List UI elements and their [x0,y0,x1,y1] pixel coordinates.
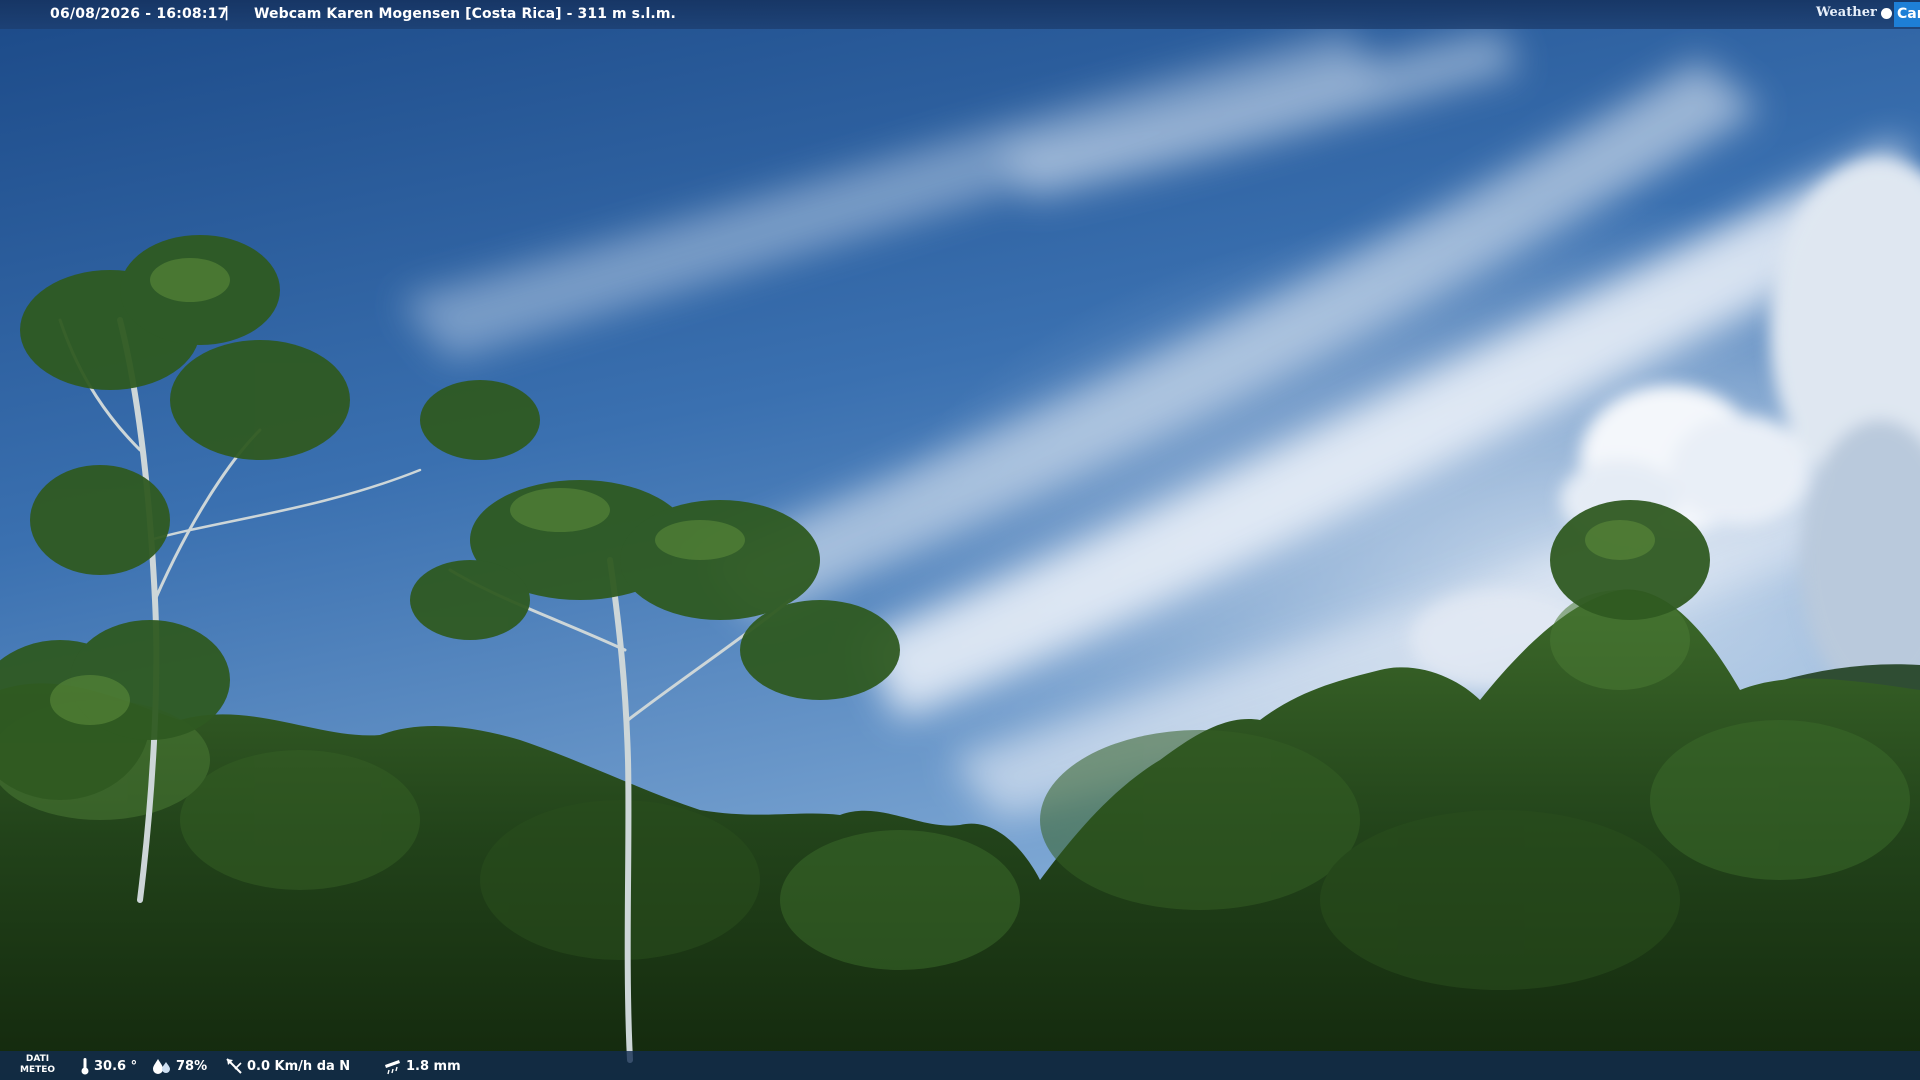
rain-gauge-icon [385,1060,400,1075]
rain-readout: 1.8 mm [384,1057,461,1075]
brand-word: Weather [1816,5,1877,20]
weather-data-label-line1: DATI [25,1054,50,1064]
weather-data-bar: DATI METEO 30.6 ° 78% 0.0 Km/h da N 1.8 … [0,1051,1920,1080]
webcam-header-bar: 06/08/2026 - 16:08:17 | Webcam Karen Mog… [0,0,1920,29]
brand-dot-icon [1881,8,1892,19]
weather-data-label-line2: METEO [20,1065,56,1075]
wind-vane-icon [226,1058,242,1074]
humidity-value: 78% [176,1058,208,1074]
webcam-scene [0,0,1920,1080]
drops-icon [153,1059,170,1074]
brand-cam: Cam [1894,2,1920,27]
temperature-value: 30.6 ° [94,1058,138,1074]
humidity-readout: 78% [152,1057,207,1075]
weather-data-label: DATI METEO [20,1054,55,1076]
temperature-readout: 30.6 ° [80,1057,137,1075]
capture-datetime: 06/08/2026 - 16:08:17 [50,6,228,22]
thermometer-icon [81,1058,89,1075]
wind-readout: 0.0 Km/h da N [225,1057,350,1075]
header-separator: | [224,5,230,21]
rain-value: 1.8 mm [406,1058,461,1074]
weathercam-logo: Weather Cam [1816,0,1920,29]
webcam-title: Webcam Karen Mogensen [Costa Rica] - 311… [254,6,676,22]
wind-value: 0.0 Km/h da N [247,1058,351,1074]
